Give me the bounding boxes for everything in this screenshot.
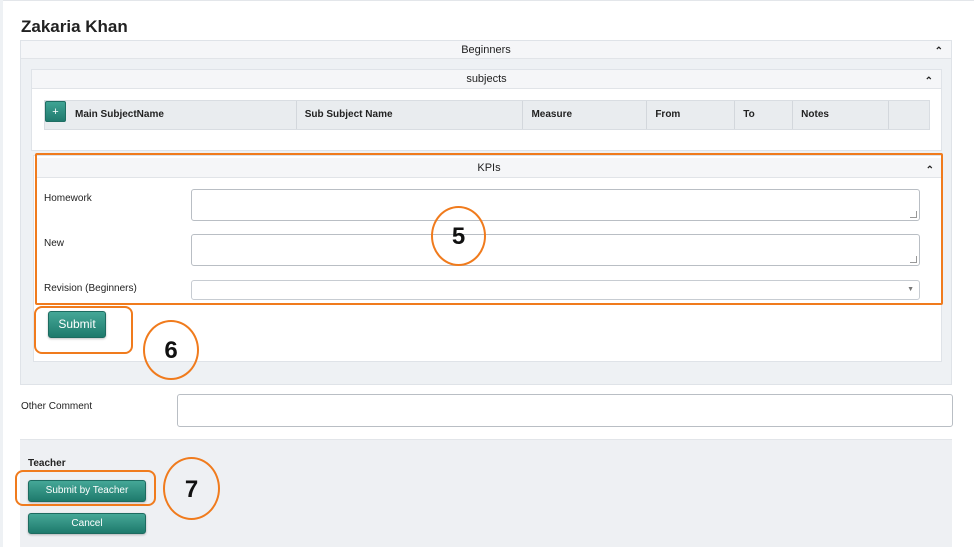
annotation-marker-5: 5 bbox=[431, 206, 486, 266]
new-label: New bbox=[44, 238, 65, 249]
beginners-panel-title: Beginners bbox=[461, 44, 511, 56]
teacher-submit-annotation-box bbox=[15, 470, 156, 506]
column-header-main-subject: Main SubjectName bbox=[45, 101, 297, 129]
kpis-panel-header[interactable]: KPIs ⌃ bbox=[36, 158, 942, 178]
column-header-sub-subject: Sub Subject Name bbox=[297, 101, 524, 129]
column-header-actions bbox=[889, 101, 929, 129]
homework-label: Homework bbox=[44, 193, 92, 204]
new-field[interactable] bbox=[191, 234, 920, 266]
subjects-table-header: Main SubjectName Sub Subject Name Measur… bbox=[44, 100, 930, 130]
beginners-panel-header[interactable]: Beginners ⌃ bbox=[21, 41, 951, 59]
other-comment-field[interactable] bbox=[177, 394, 953, 427]
column-header-notes: Notes bbox=[793, 101, 890, 129]
add-subject-button[interactable]: + bbox=[45, 101, 66, 122]
column-header-from: From bbox=[647, 101, 736, 129]
left-rule bbox=[0, 0, 3, 547]
caret-down-icon: ▼ bbox=[907, 286, 914, 293]
chevron-up-icon[interactable]: ⌃ bbox=[925, 72, 933, 91]
annotation-marker-7: 7 bbox=[163, 457, 220, 520]
subjects-panel-title: subjects bbox=[466, 73, 507, 85]
column-header-to: To bbox=[735, 101, 794, 129]
revision-select[interactable]: ▼ bbox=[191, 280, 920, 300]
teacher-section bbox=[20, 439, 952, 547]
kpis-panel-title: KPIs bbox=[477, 162, 501, 174]
annotation-marker-6: 6 bbox=[143, 320, 199, 380]
subjects-panel-header[interactable]: subjects ⌃ bbox=[32, 70, 941, 89]
student-name: Zakaria Khan bbox=[21, 17, 128, 36]
cancel-button[interactable]: Cancel bbox=[28, 513, 146, 534]
chevron-up-icon[interactable]: ⌃ bbox=[935, 43, 943, 61]
column-header-measure: Measure bbox=[523, 101, 648, 129]
chevron-up-icon[interactable]: ⌃ bbox=[926, 161, 934, 181]
teacher-label: Teacher bbox=[28, 458, 66, 469]
homework-field[interactable] bbox=[191, 189, 920, 221]
submit-annotation-box bbox=[34, 306, 133, 354]
other-comment-label: Other Comment bbox=[21, 401, 93, 412]
subjects-panel: subjects ⌃ Main SubjectName Sub Subject … bbox=[31, 69, 942, 151]
revision-label: Revision (Beginners) bbox=[44, 283, 137, 294]
